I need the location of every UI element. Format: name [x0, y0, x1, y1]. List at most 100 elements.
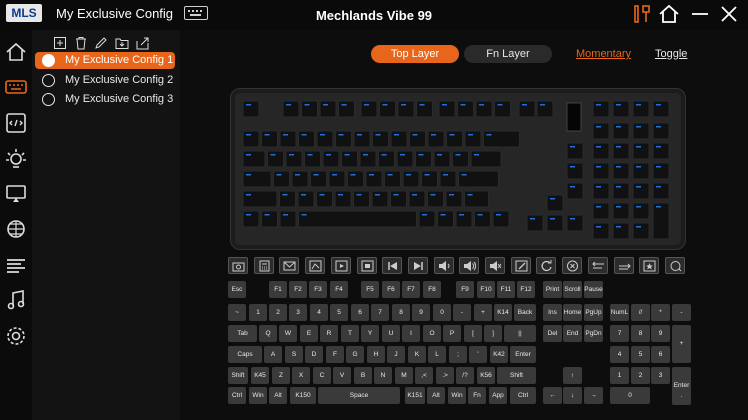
volume-up-button[interactable] — [459, 257, 480, 274]
key-fn[interactable]: Fn — [468, 387, 486, 404]
firmware-update-icon[interactable] — [630, 2, 654, 26]
key-n7[interactable]: 7 — [371, 304, 389, 321]
config-item-3[interactable]: My Exclusive Config 3 — [35, 91, 175, 108]
move-left-button[interactable] — [587, 257, 608, 274]
key-end[interactable]: End — [563, 325, 582, 342]
key-left[interactable]: ← — [543, 387, 562, 404]
next-track-button[interactable] — [407, 257, 428, 274]
settings-nav-icon[interactable] — [4, 324, 28, 348]
keyboard-icon[interactable] — [184, 6, 208, 20]
key-pipe[interactable]: || — [504, 325, 536, 342]
delete-config-icon[interactable] — [74, 36, 88, 50]
key-pgup[interactable]: PgUp — [584, 304, 603, 321]
key-f6[interactable]: F6 — [382, 281, 400, 298]
key-f8[interactable]: F8 — [423, 281, 441, 298]
config-item-2[interactable]: My Exclusive Config 2 — [35, 72, 175, 89]
key-q[interactable]: Q — [259, 325, 277, 342]
key-np6[interactable]: 6 — [651, 346, 670, 363]
equalizer-nav-icon[interactable] — [4, 253, 28, 277]
key-a[interactable]: A — [264, 346, 282, 363]
close-icon[interactable] — [717, 2, 741, 26]
key-lalt[interactable]: Alt — [269, 387, 287, 404]
fn-layer-button[interactable]: Fn Layer — [464, 45, 552, 63]
key-np-dot[interactable]: . — [672, 387, 691, 404]
favorite-button[interactable] — [639, 257, 660, 274]
key-f4[interactable]: F4 — [330, 281, 348, 298]
key-f9[interactable]: F9 — [456, 281, 474, 298]
key-quote[interactable]: ' — [469, 346, 487, 363]
key-tilde[interactable]: ~ — [228, 304, 246, 321]
key-home[interactable]: Home — [563, 304, 582, 321]
key-n4[interactable]: 4 — [310, 304, 328, 321]
key-k42[interactable]: K42 — [490, 346, 508, 363]
key-b[interactable]: B — [354, 367, 372, 384]
move-right-button[interactable] — [613, 257, 634, 274]
key-np1[interactable]: 1 — [610, 367, 629, 384]
key-n3[interactable]: 3 — [289, 304, 307, 321]
key-print[interactable]: Print — [543, 281, 562, 298]
import-config-icon[interactable] — [115, 36, 129, 50]
key-period[interactable]: .> — [436, 367, 454, 384]
key-f7[interactable]: F7 — [402, 281, 420, 298]
key-c[interactable]: C — [313, 367, 331, 384]
minimize-icon[interactable] — [688, 2, 712, 26]
key-f10[interactable]: F10 — [477, 281, 495, 298]
key-n5[interactable]: 5 — [330, 304, 348, 321]
key-x[interactable]: X — [292, 367, 310, 384]
key-w[interactable]: W — [279, 325, 297, 342]
key-k150[interactable]: K150 — [290, 387, 316, 404]
key-k151[interactable]: K151 — [405, 387, 425, 404]
key-m[interactable]: M — [395, 367, 413, 384]
key-del[interactable]: Del — [543, 325, 562, 342]
key-np9[interactable]: 9 — [651, 325, 670, 342]
key-space[interactable]: Space — [318, 387, 400, 404]
key-t[interactable]: T — [341, 325, 359, 342]
rename-config-icon[interactable] — [94, 36, 108, 50]
key-g[interactable]: G — [346, 346, 364, 363]
browser-button[interactable] — [305, 257, 326, 274]
key-f[interactable]: F — [326, 346, 344, 363]
key-right[interactable]: → — [584, 387, 603, 404]
key-p[interactable]: P — [443, 325, 461, 342]
calculator-button[interactable] — [253, 257, 274, 274]
key-h[interactable]: H — [367, 346, 385, 363]
key-np-minus[interactable]: - — [672, 304, 691, 321]
radio-icon[interactable] — [42, 93, 55, 106]
config-item-1[interactable]: My Exclusive Config 1 — [35, 52, 175, 69]
key-f11[interactable]: F11 — [497, 281, 515, 298]
key-v[interactable]: V — [333, 367, 351, 384]
key-s[interactable]: S — [285, 346, 303, 363]
key-f3[interactable]: F3 — [309, 281, 327, 298]
key-np-slash[interactable]: // — [631, 304, 650, 321]
key-f2[interactable]: F2 — [289, 281, 307, 298]
key-pause[interactable]: Pause — [584, 281, 603, 298]
key-np7[interactable]: 7 — [610, 325, 629, 342]
toggle-mode-link[interactable]: Toggle — [655, 48, 687, 60]
key-np5[interactable]: 5 — [631, 346, 650, 363]
key-lshift[interactable]: Shift — [228, 367, 248, 384]
key-np-plus[interactable]: + — [672, 325, 691, 363]
volume-down-button[interactable] — [433, 257, 454, 274]
top-layer-button[interactable]: Top Layer — [371, 45, 459, 63]
key-rwin[interactable]: Win — [448, 387, 466, 404]
key-np3[interactable]: 3 — [651, 367, 670, 384]
key-np8[interactable]: 8 — [631, 325, 650, 342]
key-n9[interactable]: 9 — [412, 304, 430, 321]
macro-nav-icon[interactable] — [4, 111, 28, 135]
key-pgdn[interactable]: PgDn — [584, 325, 603, 342]
camera-button[interactable] — [228, 257, 248, 274]
key-n1[interactable]: 1 — [249, 304, 267, 321]
key-enter[interactable]: Enter — [510, 346, 536, 363]
refresh-button[interactable] — [536, 257, 557, 274]
mute-button[interactable] — [485, 257, 505, 274]
key-np4[interactable]: 4 — [610, 346, 629, 363]
key-f1[interactable]: F1 — [269, 281, 287, 298]
home-nav-icon[interactable] — [4, 40, 28, 64]
key-semicolon[interactable]: ; — [449, 346, 467, 363]
key-f5[interactable]: F5 — [361, 281, 379, 298]
media-player-button[interactable] — [330, 257, 351, 274]
brush-button[interactable] — [510, 257, 531, 274]
key-numl[interactable]: NumL — [610, 304, 629, 321]
key-y[interactable]: Y — [361, 325, 379, 342]
key-k56[interactable]: K56 — [477, 367, 495, 384]
